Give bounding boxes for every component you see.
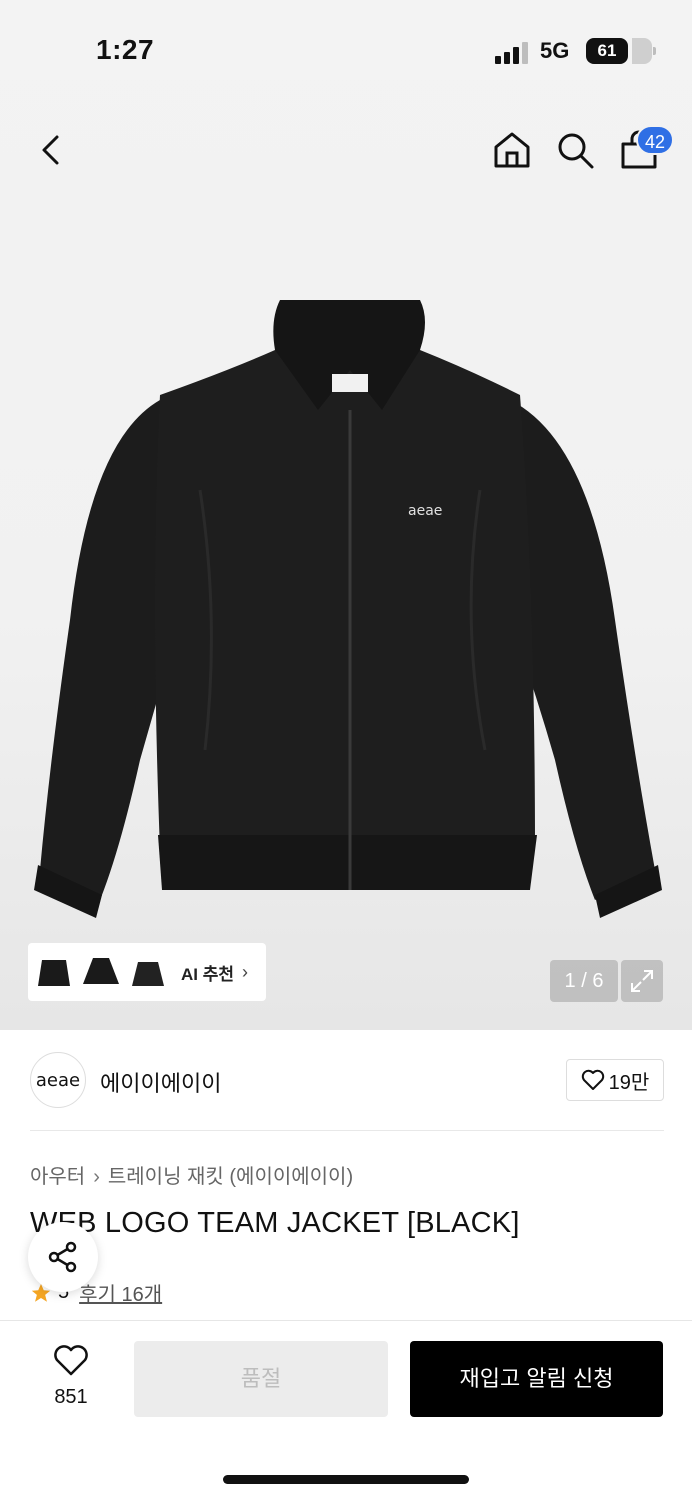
product-gallery[interactable]: 1:27 5G 61 42 aeae AI 추천 › 1 / 6: [0, 0, 692, 1030]
signal-icon: [495, 40, 531, 64]
reviews-link[interactable]: 후기 16개: [79, 1278, 162, 1307]
brand-row[interactable]: aeae 에이이에이이 19만: [30, 1052, 664, 1110]
recommend-thumbnail[interactable]: [32, 947, 76, 997]
expand-image-button[interactable]: [621, 960, 663, 1002]
status-time: 1:27: [96, 34, 155, 65]
chevron-right-icon: ›: [242, 961, 249, 982]
bottom-action-bar: 851 품절 재입고 알림 신청: [0, 1321, 692, 1500]
wishlist-button[interactable]: 851: [40, 1345, 102, 1409]
brand-name[interactable]: 에이이에이이: [100, 1066, 221, 1098]
heart-icon: [581, 1069, 604, 1090]
cart-count-badge: 42: [636, 125, 674, 155]
divider: [30, 1130, 664, 1131]
home-icon: [494, 132, 530, 168]
expand-icon: [631, 970, 653, 992]
recommend-thumbnail[interactable]: [126, 947, 170, 997]
brand-logo[interactable]: aeae: [30, 1052, 86, 1108]
share-button[interactable]: [28, 1222, 98, 1292]
chevron-left-icon: [42, 135, 59, 165]
wishlist-count: 851: [54, 1386, 88, 1408]
breadcrumb: 아우터 › 트레이닝 재킷 (에이이에이이): [30, 1160, 353, 1189]
home-indicator: [223, 1475, 469, 1484]
image-page-indicator: 1 / 6: [550, 960, 618, 1002]
chevron-right-icon: ›: [93, 1166, 100, 1188]
soldout-button[interactable]: 품절: [134, 1341, 388, 1417]
home-button[interactable]: [490, 128, 534, 172]
battery-level: 61: [597, 41, 617, 60]
svg-text:aeae: aeae: [408, 503, 442, 519]
brand-like-count: 19만: [608, 1071, 650, 1094]
recommend-thumbnail[interactable]: [79, 947, 123, 997]
breadcrumb-subcategory[interactable]: 트레이닝 재킷 (에이이에이이): [108, 1166, 353, 1188]
restock-alert-button[interactable]: 재입고 알림 신청: [410, 1341, 663, 1417]
share-icon: [48, 1241, 77, 1273]
ai-recommend-label: AI 추천: [181, 964, 235, 984]
network-type: 5G: [540, 38, 570, 63]
search-button[interactable]: [553, 128, 597, 172]
heart-icon: [54, 1345, 88, 1376]
status-bar: 1:27 5G 61: [0, 0, 692, 100]
brand-like-button[interactable]: 19만: [566, 1059, 664, 1101]
product-title: WEB LOGO TEAM JACKET [BLACK]: [30, 1207, 520, 1239]
product-image[interactable]: aeae: [30, 290, 670, 930]
search-icon: [558, 133, 594, 169]
breadcrumb-category[interactable]: 아우터: [30, 1166, 85, 1188]
battery-icon: 61: [586, 38, 656, 64]
back-button[interactable]: [30, 128, 74, 172]
ai-recommend-strip[interactable]: AI 추천 ›: [28, 943, 266, 1001]
